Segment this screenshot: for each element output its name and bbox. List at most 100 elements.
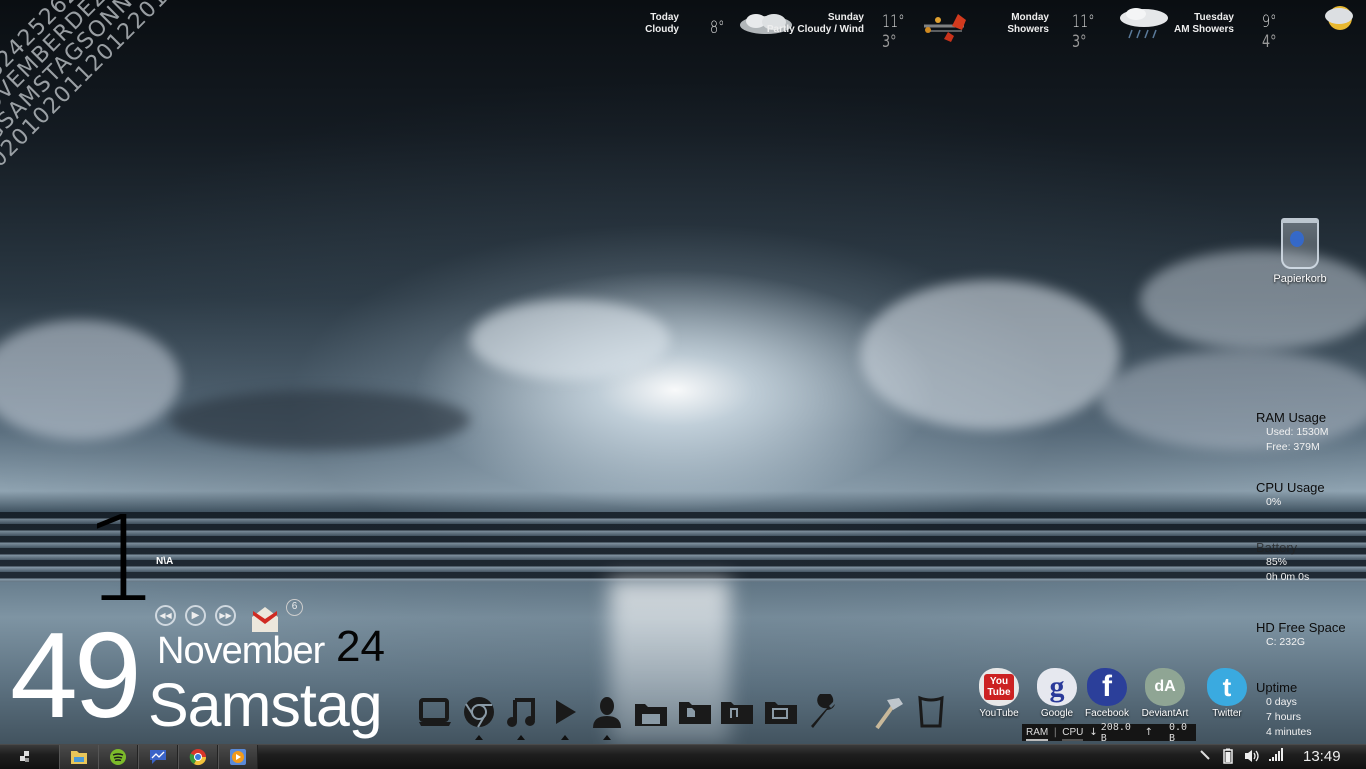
ram-usage-widget: RAM Usage Used: 1530M Free: 379M [1256,410,1328,455]
wallpaper-cloud [1140,250,1366,350]
weather-condition: AM Showers [1173,24,1234,35]
uptime-widget: Uptime 0 days 7 hours 4 minutes [1256,680,1312,740]
uptime-days: 0 days [1266,696,1297,708]
sun-cloud-icon [1325,6,1353,30]
recycle-bin-label: Papierkorb [1273,273,1327,285]
rewind-icon: ◀◀ [159,611,172,620]
dock-item-settings[interactable] [804,693,842,731]
hammer-icon [875,698,903,730]
social-label: Facebook [1085,708,1129,719]
social-link-facebook[interactable]: f Facebook [1080,668,1134,719]
recycle-bin[interactable]: Papierkorb [1268,218,1332,285]
google-icon: g [1037,668,1077,706]
cpu-usage-title: CPU Usage [1256,480,1325,495]
uptime-title: Uptime [1256,680,1298,695]
tray-battery-icon[interactable] [1223,748,1233,767]
weather-high: 8° [710,18,725,38]
weather-tuesday: Tuesday AM Showers [1160,12,1234,36]
dock-item-videos-folder[interactable] [762,693,800,731]
social-label: DeviantArt [1141,708,1189,719]
dock-item-chrome[interactable] [460,693,498,740]
taskbar-spotify[interactable] [98,745,138,769]
wallpaper-cloud [470,300,670,380]
video-folder-icon [765,702,797,724]
tray-volume-icon[interactable] [1243,748,1261,767]
dock-item-music-folder[interactable] [718,693,756,731]
day-number: 24 [336,622,385,671]
uptime-hours: 7 hours [1266,711,1302,723]
weather-sunday: Sunday Partly Cloudy / Wind [740,12,864,36]
social-link-deviantart[interactable]: dA DeviantArt [1138,668,1192,719]
dock-item-user[interactable] [588,693,626,740]
net-meter: RAM | CPU ↓ 208.0 B ↑ 0.0 B [1022,721,1196,744]
weather-high: 11° [1072,12,1095,32]
taskbar-clock[interactable]: 13:49 [1303,748,1341,765]
month-label: November [157,630,325,672]
start-button[interactable] [6,745,44,769]
download-arrow-icon: ↓ [1089,727,1098,738]
social-link-youtube[interactable]: You Tube YouTube [972,668,1026,719]
hd-free-space-widget: HD Free Space C: 232G [1256,620,1346,650]
messenger-icon [150,750,166,764]
ram-indicator: RAM [1022,727,1052,741]
running-indicator [475,735,483,740]
play-button[interactable]: ▶ [185,605,206,626]
tray-network-arrows-icon[interactable] [1199,748,1211,764]
taskbar-file-explorer[interactable] [59,745,99,769]
social-label: Twitter [1212,708,1242,719]
taskbar-messenger[interactable] [138,745,178,769]
user-icon [593,697,621,728]
taskbar-media-player[interactable] [218,745,258,769]
dock-item-music[interactable] [502,693,540,740]
wallpaper-cloud [860,280,1120,430]
fast-forward-icon: ▶▶ [219,611,232,620]
weather-day: Sunday [827,12,864,23]
folder-icon [71,751,87,764]
wallpaper-cloud [0,320,180,440]
recycle-bin-icon [1281,218,1319,269]
dock-item-computer[interactable] [416,693,454,731]
weather-today: Today Cloudy [600,12,679,36]
dock-item-documents[interactable] [676,693,714,731]
battery-time: 0h 0m 0s [1266,571,1310,583]
social-link-twitter[interactable]: t Twitter [1200,668,1254,719]
upload-rate: 0.0 B [1168,721,1188,744]
dock-item-media-player[interactable] [546,693,584,740]
social-link-google[interactable]: g Google [1030,668,1084,719]
battery-widget: Battery 85% 0h 0m 0s [1256,540,1309,585]
track-number: 1 [84,490,160,628]
dock-item-tools[interactable] [868,693,906,731]
play-icon: ▶ [191,610,200,621]
drive-folder-icon [635,704,667,726]
hd-free-space-title: HD Free Space [1256,620,1346,635]
next-button[interactable]: ▶▶ [215,605,236,626]
weather-day: Monday [1011,12,1049,23]
dock-item-drives[interactable] [632,693,670,731]
weather-low: 3° [882,32,897,52]
now-playing: N\A [156,556,174,567]
cpu-indicator: CPU [1058,727,1087,741]
weather-condition: Cloudy [645,24,679,35]
taskbar-chrome[interactable] [178,745,218,769]
running-indicator [603,735,611,740]
battery-title: Battery [1256,540,1298,555]
gmail-unread-badge: 6 [286,599,303,616]
cpu-usage-value: 0% [1266,496,1282,508]
tray-signal-icon[interactable] [1268,748,1284,765]
youtube-icon: You Tube [979,668,1019,706]
weather-low: 4° [1262,32,1277,52]
weather-low: 3° [1072,32,1087,52]
play-icon [556,700,576,724]
gmail-icon[interactable] [250,605,280,633]
weather-condition: Partly Cloudy / Wind [766,24,864,35]
wallpaper-cloud [170,390,470,450]
previous-button[interactable]: ◀◀ [155,605,176,626]
upload-arrow-icon: ↑ [1144,727,1153,738]
dock-item-trash[interactable] [912,693,950,731]
music-folder-icon [721,702,753,724]
documents-folder-icon [679,702,711,724]
download-rate: 208.0 B [1100,721,1131,744]
ram-used: Used: 1530M [1266,426,1329,438]
wind-leaves-icon [924,14,966,42]
spotify-icon [110,749,126,765]
